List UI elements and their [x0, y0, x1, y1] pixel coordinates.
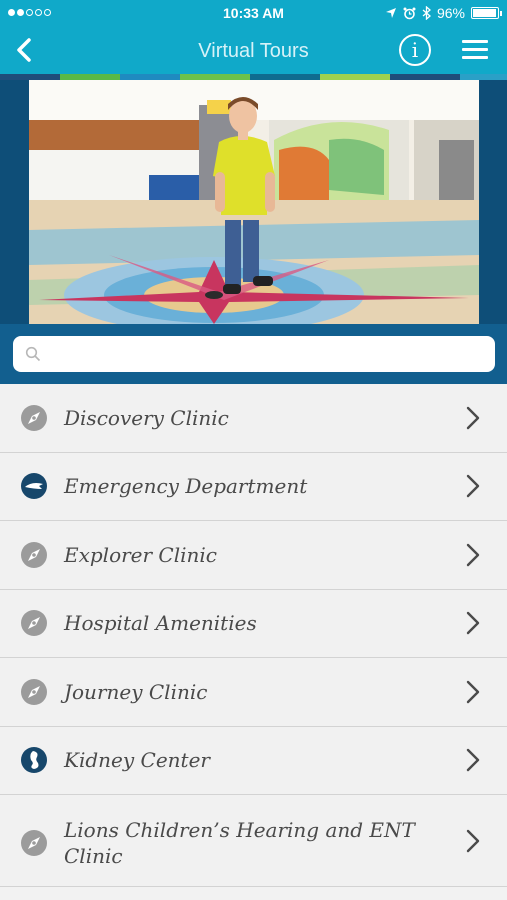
chevron-right-icon [464, 473, 482, 499]
compass-icon [20, 609, 48, 637]
location-arrow-icon [385, 8, 396, 18]
list-item[interactable]: Explorer Clinic [0, 521, 507, 590]
list-item[interactable]: Discovery Clinic [0, 384, 507, 453]
bluetooth-icon [422, 6, 431, 20]
hero-banner [0, 80, 507, 324]
chevron-right-icon [464, 542, 482, 568]
compass-icon [20, 404, 48, 432]
list-item-label: Kidney Center [64, 748, 210, 773]
hero-photo [29, 80, 479, 324]
tours-list: Discovery Clinic Emergency Department Expl… [0, 384, 507, 900]
list-item-label: Discovery Clinic [64, 405, 229, 430]
chevron-right-icon [464, 610, 482, 636]
list-item-label: Emergency Department [64, 474, 308, 499]
battery-icon [471, 7, 502, 19]
chevron-right-icon [464, 747, 482, 773]
page-title: Virtual Tours [198, 40, 309, 62]
kidney-icon [20, 746, 48, 774]
list-item-label: Journey Clinic [64, 679, 208, 704]
info-icon: i [411, 38, 419, 62]
battery-percent: 96% [436, 5, 465, 21]
search-box [13, 336, 495, 372]
list-item[interactable]: Journey Clinic [0, 658, 507, 727]
list-item-label: Lions Children’s Hearing and ENT Clinic [64, 818, 415, 868]
list-item[interactable]: Lions Children’s Hearing and ENT Clinic [0, 795, 507, 887]
compass-icon [20, 829, 48, 857]
list-item[interactable]: Kidney Center [0, 726, 507, 795]
status-bar: 10:33 AM 96% [0, 0, 507, 26]
list-item-label: Hospital Amenities [64, 611, 257, 636]
chevron-right-icon [464, 405, 482, 431]
chevron-right-icon [464, 679, 482, 705]
emergency-icon [20, 472, 48, 500]
navigation-bar: Virtual Tours i [0, 26, 507, 74]
list-item[interactable]: Hospital Amenities [0, 589, 507, 658]
list-item[interactable]: Emergency Department [0, 452, 507, 521]
compass-icon [20, 541, 48, 569]
alarm-icon [403, 7, 416, 19]
search-input[interactable] [49, 340, 479, 368]
search-icon [25, 346, 41, 362]
info-button[interactable]: i [399, 34, 431, 66]
hamburger-menu-icon [462, 40, 488, 43]
list-item-label: Explorer Clinic [64, 542, 218, 567]
search-bar [0, 324, 507, 384]
menu-button[interactable] [462, 40, 488, 60]
chevron-right-icon [464, 828, 482, 854]
compass-icon [20, 678, 48, 706]
